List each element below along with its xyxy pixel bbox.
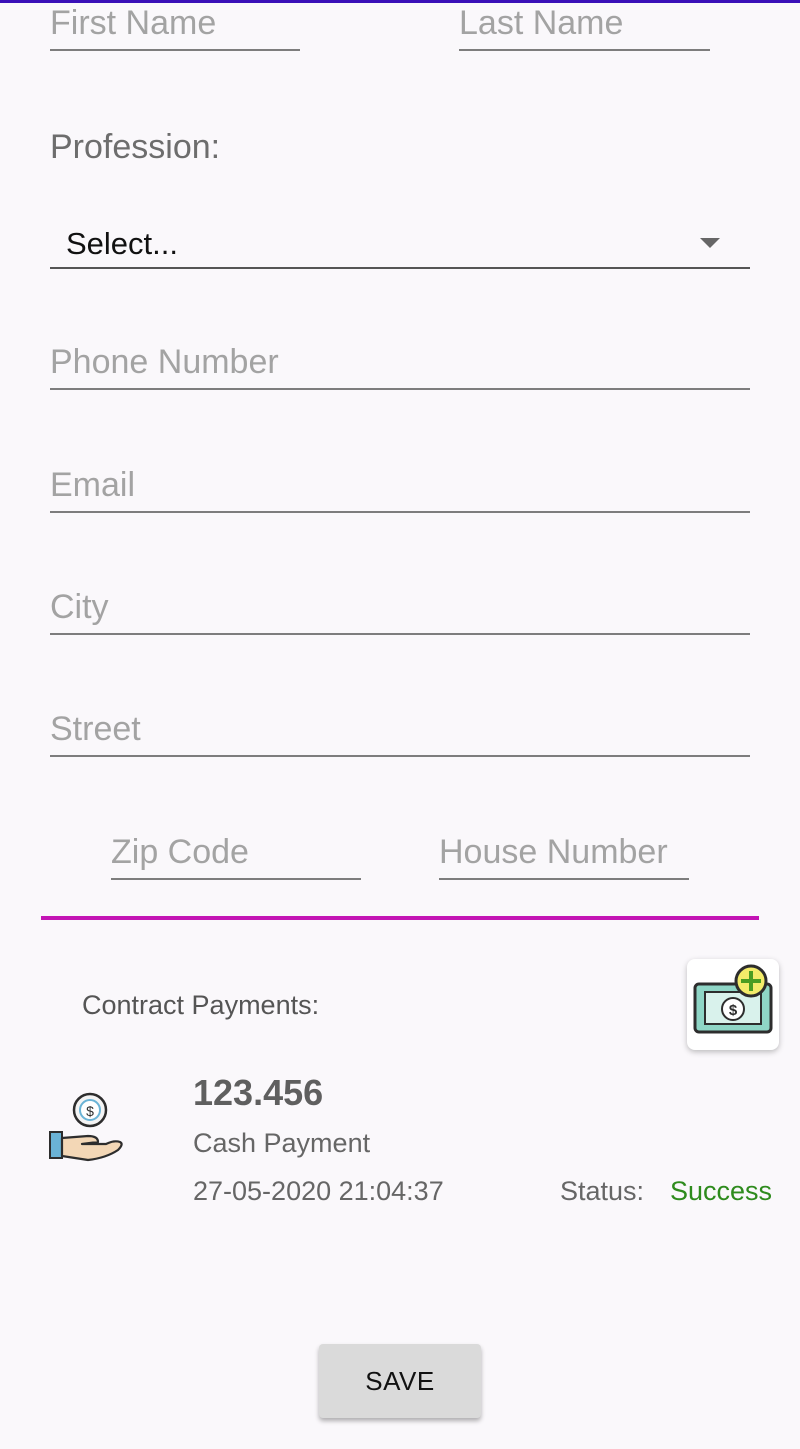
svg-text:$: $	[729, 1002, 738, 1019]
first-name-input[interactable]	[50, 4, 300, 43]
first-name-field[interactable]	[50, 1, 300, 51]
payment-status-label: Status:	[560, 1176, 645, 1206]
last-name-input[interactable]	[459, 4, 710, 43]
add-payment-button[interactable]: $	[687, 959, 779, 1050]
profession-select[interactable]: Select...	[50, 218, 750, 269]
contract-payments-title: Contract Payments:	[82, 990, 320, 1020]
email-field[interactable]	[50, 463, 750, 513]
svg-text:$: $	[86, 1103, 94, 1119]
profession-label: Profession:	[50, 128, 221, 166]
city-input[interactable]	[50, 588, 750, 627]
payment-item-icon: $	[48, 1092, 126, 1164]
contract-form-page: Profession: Select... Contract Payments:…	[0, 0, 800, 1449]
payment-amount: 123.456	[193, 1072, 324, 1113]
email-input[interactable]	[50, 466, 750, 505]
zip-code-field[interactable]	[111, 830, 361, 880]
street-input[interactable]	[50, 710, 750, 749]
payment-type: Cash Payment	[193, 1128, 371, 1158]
save-button[interactable]: SAVE	[319, 1344, 481, 1418]
city-field[interactable]	[50, 585, 750, 635]
last-name-field[interactable]	[459, 1, 710, 51]
phone-number-field[interactable]	[50, 340, 750, 390]
zip-code-input[interactable]	[111, 833, 361, 872]
phone-number-input[interactable]	[50, 343, 750, 382]
add-money-icon: $	[693, 964, 773, 1034]
payment-date: 27-05-2020 21:04:37	[193, 1176, 444, 1206]
house-number-field[interactable]	[439, 830, 689, 880]
chevron-down-icon[interactable]	[700, 238, 720, 248]
street-field[interactable]	[50, 707, 750, 757]
section-divider	[41, 916, 759, 920]
house-number-input[interactable]	[439, 833, 689, 872]
cash-hand-icon: $	[49, 1092, 123, 1162]
payment-status-badge: Success	[670, 1176, 773, 1206]
profession-selected-value: Select...	[66, 226, 178, 261]
